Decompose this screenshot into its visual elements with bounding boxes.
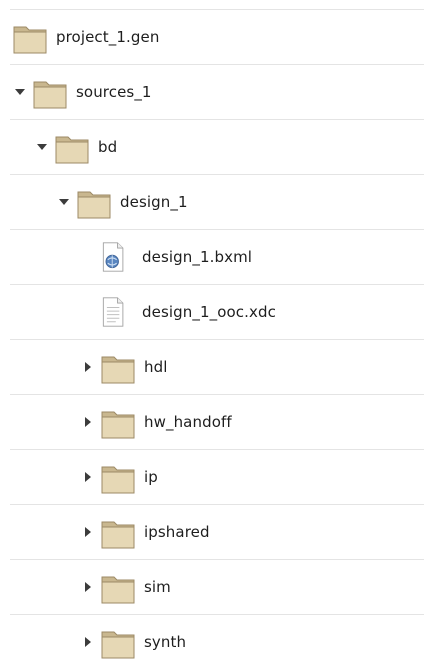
tree-row-design-1[interactable]: design_1: [10, 174, 424, 229]
xml-file-icon: [102, 242, 124, 272]
tree-row-sim[interactable]: sim: [10, 559, 424, 614]
folder-icon: [101, 411, 135, 439]
text-file-icon: [102, 297, 124, 327]
expand-arrow-icon[interactable]: [36, 141, 48, 153]
tree-item-label: hdl: [144, 358, 168, 376]
collapsed-arrow-icon[interactable]: [82, 526, 94, 538]
tree-item-label: sources_1: [76, 83, 152, 101]
file-tree: project_1.gen sources_1 bd design_1 desi…: [0, 0, 424, 659]
tree-row-ip[interactable]: ip: [10, 449, 424, 504]
collapsed-arrow-icon[interactable]: [82, 361, 94, 373]
tree-item-label: ipshared: [144, 523, 210, 541]
tree-item-label: design_1_ooc.xdc: [142, 303, 276, 321]
folder-icon: [101, 631, 135, 659]
tree-item-label: design_1: [120, 193, 188, 211]
tree-item-label: design_1.bxml: [142, 248, 253, 266]
folder-icon: [55, 136, 89, 164]
tree-item-label: bd: [98, 138, 118, 156]
folder-icon: [101, 356, 135, 384]
folder-icon: [101, 576, 135, 604]
collapsed-arrow-icon[interactable]: [82, 416, 94, 428]
tree-row-bd[interactable]: bd: [10, 119, 424, 174]
tree-row-hw-handoff[interactable]: hw_handoff: [10, 394, 424, 449]
tree-item-label: project_1.gen: [56, 28, 160, 46]
folder-icon: [77, 191, 111, 219]
tree-row-project-1-gen[interactable]: project_1.gen: [10, 9, 424, 64]
expand-arrow-icon[interactable]: [14, 86, 26, 98]
tree-row-design-1-bxml[interactable]: design_1.bxml: [10, 229, 424, 284]
folder-icon: [33, 81, 67, 109]
collapsed-arrow-icon[interactable]: [82, 581, 94, 593]
collapsed-arrow-icon[interactable]: [82, 471, 94, 483]
expand-arrow-icon[interactable]: [58, 196, 70, 208]
folder-icon: [101, 466, 135, 494]
tree-item-label: synth: [144, 633, 187, 651]
tree-row-design-1-ooc-xdc[interactable]: design_1_ooc.xdc: [10, 284, 424, 339]
tree-item-label: ip: [144, 468, 158, 486]
tree-row-sources-1[interactable]: sources_1: [10, 64, 424, 119]
folder-icon: [101, 521, 135, 549]
tree-row-hdl[interactable]: hdl: [10, 339, 424, 394]
tree-row-ipshared[interactable]: ipshared: [10, 504, 424, 559]
folder-icon: [13, 26, 47, 54]
tree-item-label: hw_handoff: [144, 413, 232, 431]
collapsed-arrow-icon[interactable]: [82, 636, 94, 648]
tree-item-label: sim: [144, 578, 171, 596]
tree-row-synth[interactable]: synth: [10, 614, 424, 659]
